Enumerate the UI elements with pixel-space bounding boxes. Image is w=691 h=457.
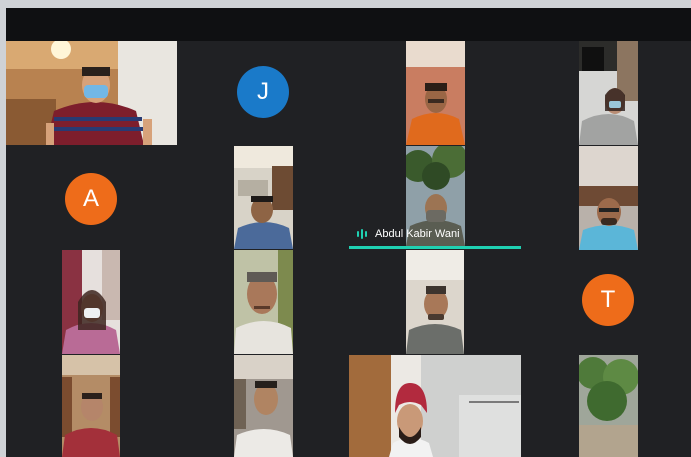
participant-avatar-j[interactable]: J: [237, 66, 289, 118]
participant-video-tile[interactable]: [579, 146, 638, 250]
participant-video-tile[interactable]: [349, 355, 521, 457]
active-speaker-highlight: [349, 246, 521, 249]
participant-video-feed: [6, 41, 177, 145]
participant-video-tile[interactable]: [62, 355, 120, 457]
participant-video-tile[interactable]: [6, 41, 177, 145]
participant-video-feed: [234, 250, 293, 354]
participant-video-tile[interactable]: [234, 355, 293, 457]
participant-avatar-t[interactable]: T: [582, 274, 634, 326]
participant-video-feed: [234, 355, 293, 457]
participant-video-tile[interactable]: [579, 355, 638, 457]
participant-video-tile[interactable]: [406, 41, 465, 145]
participant-video-tile[interactable]: [406, 250, 464, 354]
participant-name-label: Abdul Kabir Wani: [375, 228, 460, 240]
participant-video-feed: [406, 41, 465, 145]
participant-video-tile[interactable]: [234, 250, 293, 354]
participant-video-feed: [579, 41, 638, 145]
participant-video-feed: [62, 250, 120, 354]
audio-level-icon: [357, 229, 367, 239]
participant-video-tile[interactable]: [234, 146, 293, 249]
participant-video-feed: [579, 146, 638, 250]
participant-video-feed: [406, 250, 464, 354]
participant-video-feed: [62, 355, 120, 457]
participant-video-feed: [579, 355, 638, 457]
participant-video-feed: [349, 355, 521, 457]
participant-avatar-a[interactable]: A: [65, 173, 117, 225]
participant-video-feed: [234, 146, 293, 249]
window-top-bar: [0, 0, 691, 8]
participant-video-tile[interactable]: [579, 41, 638, 145]
active-speaker-nameplate: Abdul Kabir Wani: [349, 222, 521, 246]
participant-video-tile[interactable]: [62, 250, 120, 354]
